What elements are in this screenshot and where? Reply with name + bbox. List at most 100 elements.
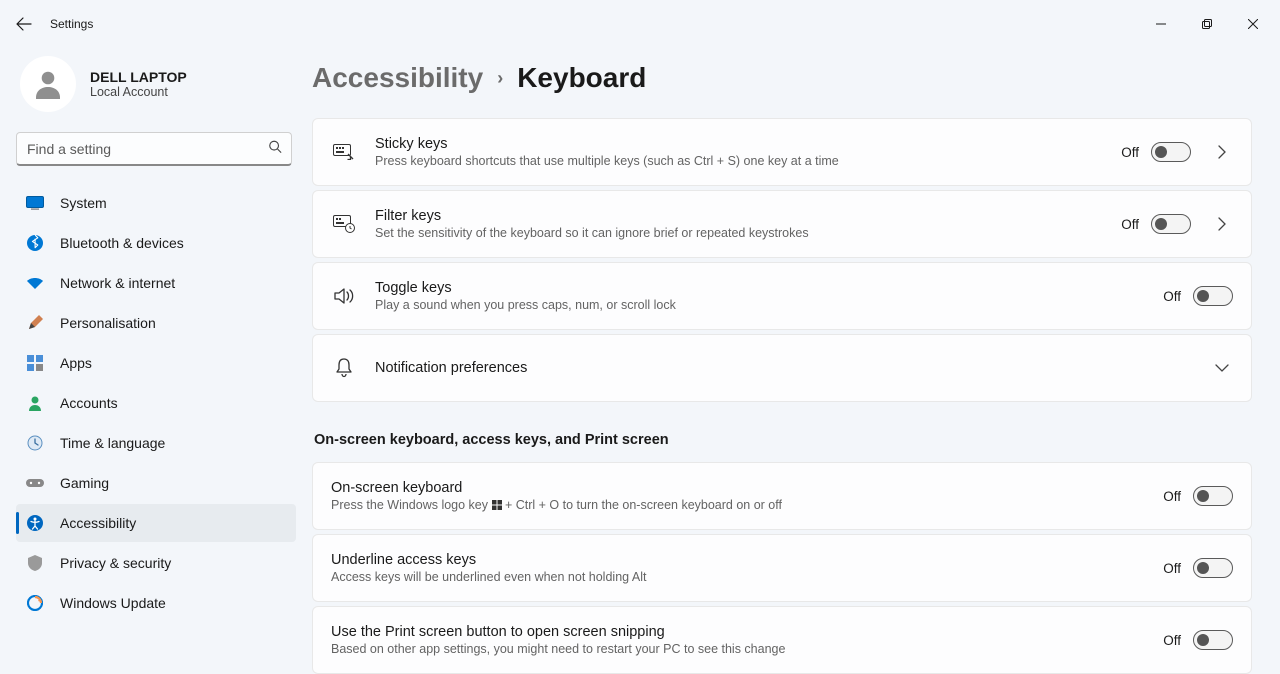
toggle-state: Off	[1163, 489, 1181, 504]
arrow-left-icon	[16, 16, 32, 32]
bell-icon	[333, 358, 355, 378]
sidebar-item-label: System	[60, 195, 107, 211]
maximize-button[interactable]	[1184, 8, 1230, 40]
gamepad-icon	[26, 474, 44, 492]
toggle-switch[interactable]	[1193, 486, 1233, 506]
sidebar-item-network[interactable]: Network & internet	[16, 264, 296, 302]
breadcrumb: Accessibility › Keyboard	[312, 62, 1252, 94]
breadcrumb-parent[interactable]: Accessibility	[312, 62, 483, 94]
minimize-icon	[1156, 19, 1166, 29]
toggle-switch[interactable]	[1193, 286, 1233, 306]
sidebar-item-label: Accounts	[60, 395, 118, 411]
accessibility-icon	[26, 514, 44, 532]
paintbrush-icon	[26, 314, 44, 332]
profile-sub: Local Account	[90, 85, 187, 99]
toggle-state: Off	[1121, 145, 1139, 160]
setting-notification-prefs[interactable]: Notification preferences	[312, 334, 1252, 402]
toggle-state: Off	[1163, 561, 1181, 576]
setting-toggle-keys[interactable]: Toggle keys Play a sound when you press …	[312, 262, 1252, 330]
chevron-right-icon[interactable]	[1211, 145, 1233, 159]
person-icon	[26, 394, 44, 412]
setting-sub: Based on other app settings, you might n…	[331, 642, 1143, 656]
apps-icon	[26, 354, 44, 372]
toggle-state: Off	[1163, 289, 1181, 304]
sidebar-item-gaming[interactable]: Gaming	[16, 464, 296, 502]
app-title: Settings	[50, 17, 93, 31]
setting-title: Sticky keys	[375, 136, 1101, 152]
person-icon	[30, 66, 66, 102]
sidebar-item-bluetooth[interactable]: Bluetooth & devices	[16, 224, 296, 262]
toggle-switch[interactable]	[1151, 214, 1191, 234]
profile-name: DELL LAPTOP	[90, 69, 187, 85]
close-button[interactable]	[1230, 8, 1276, 40]
toggle-switch[interactable]	[1193, 630, 1233, 650]
sound-icon	[333, 288, 355, 304]
setting-sub: Press keyboard shortcuts that use multip…	[375, 154, 1101, 168]
sidebar-item-label: Windows Update	[60, 595, 166, 611]
setting-title: Filter keys	[375, 208, 1101, 224]
page-title: Keyboard	[517, 62, 646, 94]
sidebar-item-label: Privacy & security	[60, 555, 171, 571]
keyboard-clock-icon	[333, 215, 355, 233]
sidebar-item-label: Time & language	[60, 435, 165, 451]
sidebar: DELL LAPTOP Local Account System Bluetoo…	[0, 48, 300, 674]
sidebar-item-accounts[interactable]: Accounts	[16, 384, 296, 422]
search-input[interactable]	[16, 132, 292, 166]
chevron-right-icon[interactable]	[1211, 217, 1233, 231]
profile-block[interactable]: DELL LAPTOP Local Account	[16, 48, 296, 132]
back-button[interactable]	[4, 4, 44, 44]
sidebar-item-system[interactable]: System	[16, 184, 296, 222]
setting-title: Notification preferences	[375, 360, 1191, 376]
search-wrap	[16, 132, 292, 166]
toggle-state: Off	[1121, 217, 1139, 232]
titlebar: Settings	[0, 0, 1280, 48]
setting-sub: Press the Windows logo key + Ctrl + O to…	[331, 498, 1143, 512]
sidebar-item-label: Accessibility	[60, 515, 136, 531]
display-icon	[26, 194, 44, 212]
windows-logo-icon	[492, 500, 502, 510]
search-icon	[268, 140, 282, 159]
chevron-right-icon: ›	[497, 68, 503, 89]
setting-sub: Set the sensitivity of the keyboard so i…	[375, 226, 1101, 240]
section-heading: On-screen keyboard, access keys, and Pri…	[314, 432, 1252, 448]
sidebar-item-time[interactable]: Time & language	[16, 424, 296, 462]
keyboard-icon	[333, 144, 355, 160]
nav: System Bluetooth & devices Network & int…	[16, 184, 296, 622]
setting-title: On-screen keyboard	[331, 480, 1143, 496]
setting-sub: Access keys will be underlined even when…	[331, 570, 1143, 584]
update-icon	[26, 594, 44, 612]
window-controls	[1138, 8, 1276, 40]
sidebar-item-label: Network & internet	[60, 275, 175, 291]
setting-onscreen-keyboard[interactable]: On-screen keyboard Press the Windows log…	[312, 462, 1252, 530]
sidebar-item-personalisation[interactable]: Personalisation	[16, 304, 296, 342]
setting-sticky-keys[interactable]: Sticky keys Press keyboard shortcuts tha…	[312, 118, 1252, 186]
main: Accessibility › Keyboard Sticky keys Pre…	[300, 48, 1280, 674]
close-icon	[1248, 19, 1258, 29]
toggle-switch[interactable]	[1151, 142, 1191, 162]
bluetooth-icon	[26, 234, 44, 252]
setting-title: Use the Print screen button to open scre…	[331, 624, 1143, 640]
clock-icon	[26, 434, 44, 452]
toggle-state: Off	[1163, 633, 1181, 648]
sidebar-item-update[interactable]: Windows Update	[16, 584, 296, 622]
chevron-down-icon[interactable]	[1211, 363, 1233, 373]
avatar	[20, 56, 76, 112]
setting-underline-access-keys[interactable]: Underline access keys Access keys will b…	[312, 534, 1252, 602]
setting-filter-keys[interactable]: Filter keys Set the sensitivity of the k…	[312, 190, 1252, 258]
setting-print-screen[interactable]: Use the Print screen button to open scre…	[312, 606, 1252, 674]
wifi-icon	[26, 274, 44, 292]
setting-sub: Play a sound when you press caps, num, o…	[375, 298, 1143, 312]
sidebar-item-label: Personalisation	[60, 315, 156, 331]
setting-title: Underline access keys	[331, 552, 1143, 568]
sidebar-item-privacy[interactable]: Privacy & security	[16, 544, 296, 582]
toggle-switch[interactable]	[1193, 558, 1233, 578]
minimize-button[interactable]	[1138, 8, 1184, 40]
sidebar-item-label: Bluetooth & devices	[60, 235, 184, 251]
setting-title: Toggle keys	[375, 280, 1143, 296]
sidebar-item-accessibility[interactable]: Accessibility	[16, 504, 296, 542]
shield-icon	[26, 554, 44, 572]
maximize-icon	[1202, 19, 1212, 29]
sidebar-item-label: Gaming	[60, 475, 109, 491]
sidebar-item-apps[interactable]: Apps	[16, 344, 296, 382]
sidebar-item-label: Apps	[60, 355, 92, 371]
